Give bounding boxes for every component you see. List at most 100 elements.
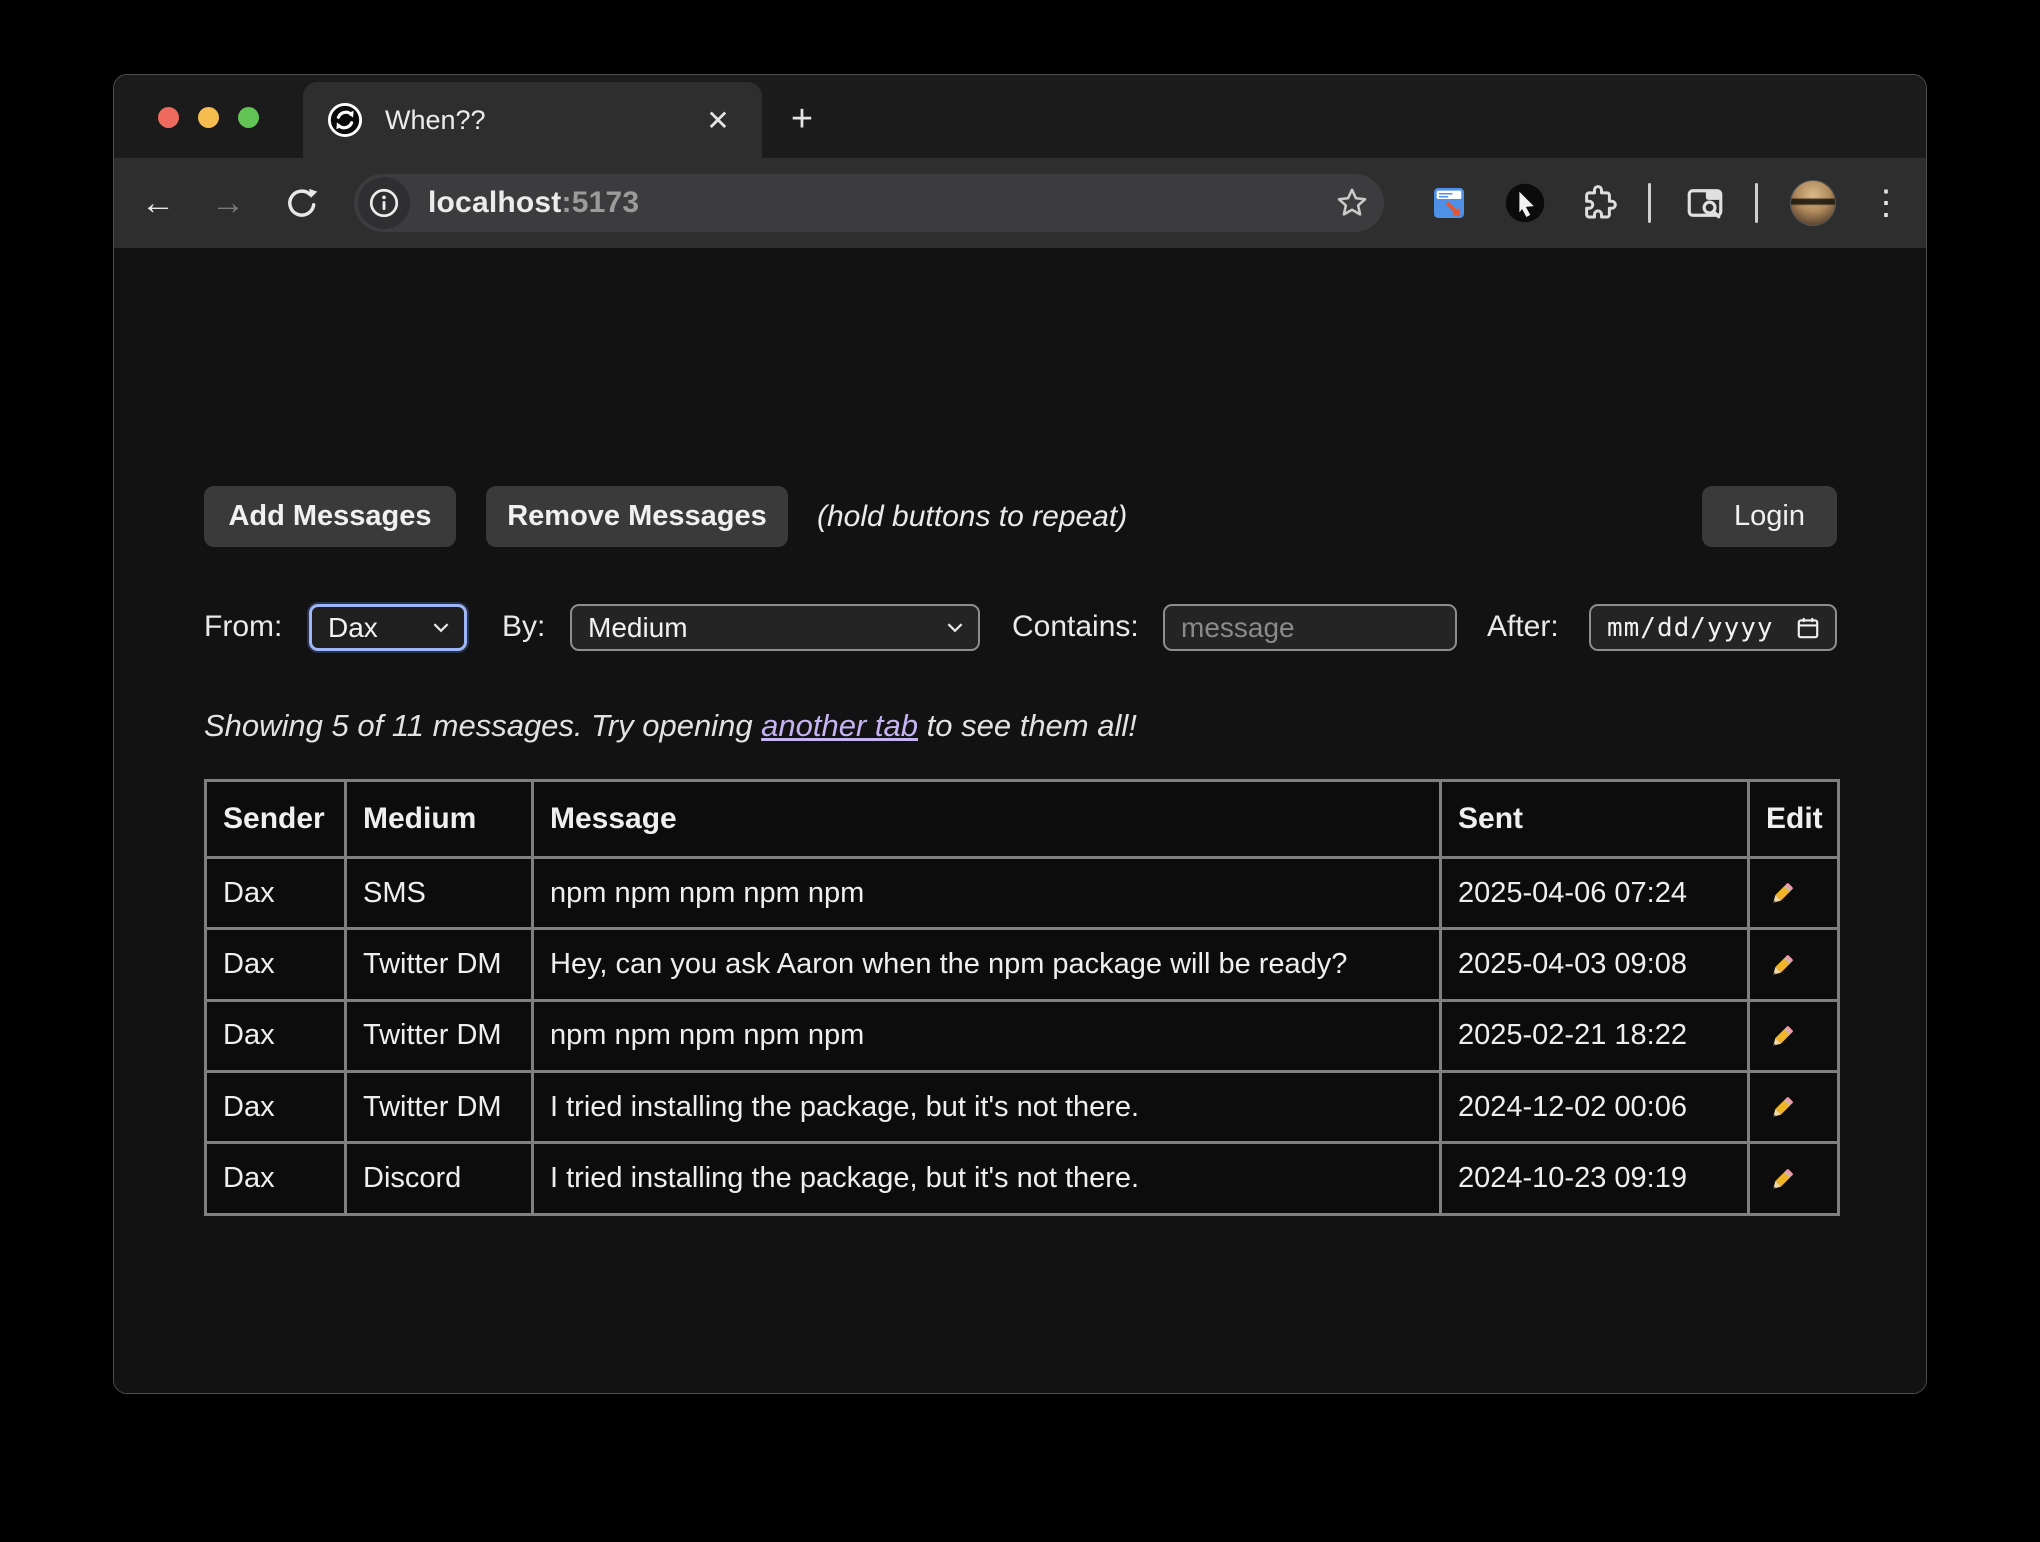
extensions-puzzle-icon [1577, 182, 1619, 224]
cell-sent: 2025-02-21 18:22 [1441, 1000, 1749, 1071]
reload-icon [284, 185, 320, 221]
cell-sent: 2024-12-02 00:06 [1441, 1072, 1749, 1143]
messages-table: Sender Medium Message Sent Edit DaxSMSnp… [204, 779, 1840, 1216]
login-button[interactable]: Login [1702, 486, 1837, 547]
cell-message: npm npm npm npm npm [533, 858, 1441, 929]
by-label: By: [502, 610, 545, 644]
pencil-icon [1766, 1162, 1800, 1196]
minimize-window-button[interactable] [198, 107, 219, 128]
cell-sent: 2024-10-23 09:19 [1441, 1143, 1749, 1214]
pencil-icon [1766, 1019, 1800, 1053]
extensions-button[interactable] [1570, 158, 1626, 248]
info-icon [367, 186, 401, 220]
cell-message: I tried installing the package, but it's… [533, 1143, 1441, 1214]
tab-title: When?? [385, 105, 698, 136]
cell-medium: Twitter DM [346, 929, 533, 1000]
cell-medium: SMS [346, 858, 533, 929]
contains-label: Contains: [1012, 610, 1139, 644]
back-button[interactable]: ← [132, 158, 184, 248]
header-message: Message [533, 781, 1441, 858]
cell-sender: Dax [206, 1143, 346, 1214]
address-bar[interactable]: localhost:5173 [354, 174, 1384, 232]
status-line: Showing 5 of 11 messages. Try opening an… [204, 708, 1137, 744]
edit-message-button[interactable] [1749, 1143, 1839, 1214]
toolbar-separator [1646, 158, 1652, 248]
cursor-icon [1504, 182, 1546, 224]
url-text[interactable]: localhost:5173 [428, 186, 1334, 220]
header-medium: Medium [346, 781, 533, 858]
header-sender: Sender [206, 781, 346, 858]
cell-message: npm npm npm npm npm [533, 1000, 1441, 1071]
new-tab-button[interactable]: + [780, 97, 824, 141]
from-label: From: [204, 610, 282, 644]
table-row: DaxTwitter DMnpm npm npm npm npm2025-02-… [206, 1000, 1839, 1071]
window-resizer-icon [1429, 183, 1469, 223]
forward-button[interactable]: → [202, 158, 254, 248]
edit-message-button[interactable] [1749, 858, 1839, 929]
cell-message: Hey, can you ask Aaron when the npm pack… [533, 929, 1441, 1000]
screenshot-search-icon [1684, 182, 1726, 224]
forward-icon: → [211, 186, 245, 220]
hold-buttons-hint: (hold buttons to repeat) [817, 500, 1127, 534]
add-messages-button[interactable]: Add Messages [204, 486, 456, 547]
after-label: After: [1487, 610, 1559, 644]
cell-sender: Dax [206, 858, 346, 929]
browser-tab[interactable]: When?? ✕ [303, 82, 762, 158]
cell-sent: 2025-04-03 09:08 [1441, 929, 1749, 1000]
after-date-value: mm/dd/yyyy [1607, 613, 1774, 643]
bookmark-star-icon[interactable] [1334, 185, 1370, 221]
pencil-icon [1766, 948, 1800, 982]
remove-messages-button[interactable]: Remove Messages [486, 486, 788, 547]
cell-medium: Twitter DM [346, 1072, 533, 1143]
status-prefix: Showing 5 of 11 messages. Try opening [204, 708, 761, 743]
cell-sent: 2025-04-06 07:24 [1441, 858, 1749, 929]
fullscreen-window-button[interactable] [238, 107, 259, 128]
window-resizer-extension-button[interactable] [1421, 158, 1477, 248]
chevron-down-icon [432, 622, 450, 633]
site-info-button[interactable] [358, 177, 410, 229]
table-row: DaxSMSnpm npm npm npm npm2025-04-06 07:2… [206, 858, 1839, 929]
window-controls [158, 107, 259, 128]
another-tab-link[interactable]: another tab [761, 708, 918, 743]
page-content: Add Messages Remove Messages (hold butto… [114, 248, 1926, 1394]
edit-message-button[interactable] [1749, 1000, 1839, 1071]
edit-message-button[interactable] [1749, 1072, 1839, 1143]
browser-window: When?? ✕ + ← → [113, 74, 1927, 1394]
close-window-button[interactable] [158, 107, 179, 128]
back-icon: ← [141, 186, 175, 220]
browser-menu-button[interactable]: ⋮ [1860, 158, 1912, 248]
table-header-row: Sender Medium Message Sent Edit [206, 781, 1839, 858]
calendar-icon[interactable] [1795, 615, 1821, 641]
after-date-input[interactable]: mm/dd/yyyy [1589, 604, 1837, 651]
from-select-value: Dax [328, 612, 378, 644]
filter-bar: From: Dax By: Medium Contains: message A… [114, 604, 1926, 651]
cell-message: I tried installing the package, but it's… [533, 1072, 1441, 1143]
by-select-value: Medium [588, 612, 688, 644]
status-suffix: to see them all! [918, 708, 1137, 743]
cell-medium: Twitter DM [346, 1000, 533, 1071]
url-host: localhost [428, 186, 562, 219]
contains-input[interactable]: message [1163, 604, 1457, 651]
tab-close-icon[interactable]: ✕ [698, 100, 738, 140]
pencil-icon [1766, 876, 1800, 910]
from-select[interactable]: Dax [309, 604, 467, 651]
edit-message-button[interactable] [1749, 929, 1839, 1000]
reload-button[interactable] [274, 158, 330, 248]
chevron-down-icon [946, 622, 964, 633]
table-row: DaxDiscordI tried installing the package… [206, 1143, 1839, 1214]
browser-toolbar: ← → localhost:5173 [114, 158, 1926, 248]
tab-strip: When?? ✕ + [114, 75, 1926, 158]
cell-sender: Dax [206, 929, 346, 1000]
table-row: DaxTwitter DMI tried installing the pack… [206, 1072, 1839, 1143]
toolbar-separator [1753, 158, 1759, 248]
profile-avatar [1790, 180, 1836, 226]
cell-sender: Dax [206, 1072, 346, 1143]
url-port: :5173 [562, 186, 640, 219]
cursor-extension-button[interactable] [1497, 158, 1553, 248]
screenshot-search-button[interactable] [1677, 158, 1733, 248]
header-sent: Sent [1441, 781, 1749, 858]
profile-button[interactable] [1785, 158, 1841, 248]
by-select[interactable]: Medium [570, 604, 980, 651]
cell-sender: Dax [206, 1000, 346, 1071]
cell-medium: Discord [346, 1143, 533, 1214]
